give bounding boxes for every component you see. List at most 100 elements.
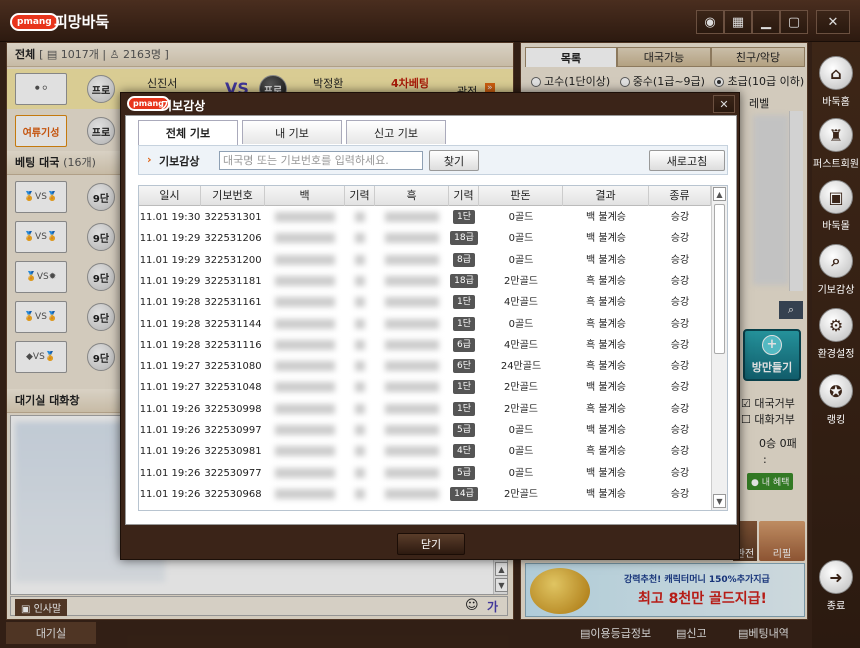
minimize-icon[interactable]: ▁	[752, 10, 780, 34]
column-header[interactable]: 백	[265, 186, 345, 206]
time-cell: 11.01 19:29	[139, 275, 201, 287]
kind-cell: 승강	[670, 382, 690, 394]
table-row[interactable]: 11.01 19:27 322531080 6단 24만골드 흑 불계승 승강	[139, 356, 711, 377]
chevron-down-icon[interactable]: ▼	[713, 494, 726, 508]
refresh-button[interactable]: 새로고침	[649, 150, 725, 171]
result-cell: 흑 불계승	[586, 446, 626, 458]
sidebar-item-ranking[interactable]: ✪ 랭킹	[812, 368, 860, 432]
fan-icon: ♜	[819, 118, 853, 152]
table-row[interactable]: 11.01 19:29 322531206 18급 0골드 백 불계승 승강	[139, 228, 711, 249]
medal-icon: ✪	[819, 374, 853, 408]
redacted-value	[385, 361, 439, 372]
rank-cell: 18급	[449, 228, 479, 249]
sidebar-item-exit[interactable]: ➜ 종료	[812, 554, 860, 618]
result-cell: 흑 불계승	[586, 297, 626, 309]
redacted-value	[355, 254, 365, 265]
column-header[interactable]: 기보번호	[201, 186, 265, 206]
blurred-cell	[345, 335, 375, 356]
search-bar: › 기보감상 찾기 새로고침	[138, 145, 728, 175]
redacted-value	[275, 361, 335, 372]
blurred-cell	[345, 399, 375, 420]
redacted-value	[355, 233, 365, 244]
blurred-cell	[345, 207, 375, 228]
rank-badge: 6단	[452, 359, 475, 374]
redacted-value	[275, 297, 335, 308]
tab-all-records[interactable]: 전체 기보	[138, 120, 238, 145]
no-cell: 322531206	[204, 233, 262, 245]
rank-badge: 14급	[450, 486, 478, 501]
close-icon[interactable]: ✕	[816, 10, 850, 34]
scroll-thumb[interactable]	[714, 204, 725, 354]
records-table: 일시 기보번호 백 기력 흑 기력 판돈 결과 종류 11.01 19:30 322531301 1…	[138, 185, 728, 511]
column-header[interactable]: 결과	[563, 186, 649, 206]
sidebar-item-game-records[interactable]: ⌕ 기보감상	[812, 238, 860, 302]
table-row[interactable]: 11.01 19:26 322530977 5급 0골드 백 불계승 승강	[139, 463, 711, 484]
column-header[interactable]: 종류	[649, 186, 711, 206]
no-cell: 322530998	[204, 403, 262, 415]
search-label: 기보감상	[159, 155, 200, 168]
close-button[interactable]: 닫기	[397, 533, 465, 555]
redacted-value	[275, 254, 335, 265]
search-input[interactable]	[219, 151, 423, 170]
kind-cell: 승강	[670, 425, 690, 436]
dialog-close-icon[interactable]: ✕	[713, 95, 735, 113]
table-row[interactable]: 11.01 19:29 322531200 8급 0골드 백 불계승 승강	[139, 250, 711, 271]
time-cell: 11.01 19:26	[139, 488, 201, 500]
tab-my-records[interactable]: 내 기보	[242, 120, 342, 144]
redacted-value	[385, 233, 439, 244]
redacted-value	[355, 339, 365, 350]
sidebar-item-first-member[interactable]: ♜ 퍼스트회원	[812, 112, 860, 176]
table-row[interactable]: 11.01 19:26 322530981 4단 0골드 흑 불계승 승강	[139, 441, 711, 462]
blurred-cell	[375, 377, 449, 398]
rank-cell: 5급	[449, 420, 479, 441]
exit-icon: ➜	[819, 560, 853, 594]
table-header: 일시 기보번호 백 기력 흑 기력 판돈 결과 종류	[139, 186, 711, 206]
table-row[interactable]: 11.01 19:28 322531161 1단 4만골드 흑 불계승 승강	[139, 292, 711, 313]
sidebar-label: 랭킹	[826, 415, 846, 426]
kind-cell: 승강	[670, 254, 690, 266]
table-row[interactable]: 11.01 19:26 322530968 14급 2만골드 백 불계승 승강	[139, 484, 711, 505]
stake-cell: 2만골드	[504, 488, 538, 500]
blurred-cell	[375, 399, 449, 420]
kind-cell: 승강	[670, 488, 690, 500]
gift-icon: ▣	[819, 180, 853, 214]
sidebar-item-home[interactable]: ⌂ 바둑홈	[812, 50, 860, 114]
blurred-cell	[345, 441, 375, 462]
table-row[interactable]: 11.01 19:28 322531116 6급 4만골드 흑 불계승 승강	[139, 335, 711, 356]
blurred-cell	[265, 250, 345, 271]
sidebar-item-settings[interactable]: ⚙ 환경설정	[812, 302, 860, 366]
table-row[interactable]: 11.01 19:28 322531144 1단 0골드 흑 불계승 승강	[139, 314, 711, 335]
column-header[interactable]: 기력	[449, 186, 479, 206]
column-header[interactable]: 기력	[345, 186, 375, 206]
time-cell: 11.01 19:27	[139, 382, 201, 394]
sidebar-label: 바둑홈	[822, 97, 850, 108]
sidebar-item-mall[interactable]: ▣ 바둑몰	[812, 174, 860, 238]
table-row[interactable]: 11.01 19:30 322531301 1단 0골드 백 불계승 승강	[139, 207, 711, 228]
table-row[interactable]: 11.01 19:26 322530998 1단 2만골드 흑 불계승 승강	[139, 399, 711, 420]
home-icon: ⌂	[819, 56, 853, 90]
rank-cell: 1단	[449, 207, 479, 228]
column-header[interactable]: 일시	[139, 186, 201, 206]
sidebar-label: 퍼스트회원	[813, 159, 859, 170]
column-header[interactable]: 판돈	[479, 186, 563, 206]
blurred-cell	[265, 441, 345, 462]
stake-cell: 4만골드	[504, 297, 538, 309]
blurred-cell	[375, 228, 449, 249]
tab-reported-records[interactable]: 신고 기보	[346, 120, 446, 144]
blurred-cell	[265, 484, 345, 505]
kind-cell: 승강	[670, 318, 690, 330]
no-cell: 322531080	[204, 361, 262, 373]
table-row[interactable]: 11.01 19:27 322531048 1단 2만골드 백 불계승 승강	[139, 377, 711, 398]
kind-cell: 승강	[670, 233, 690, 245]
chevron-up-icon[interactable]: ▲	[713, 187, 726, 201]
no-cell: 322530981	[204, 446, 262, 458]
camera-icon[interactable]: ◉	[696, 10, 724, 34]
sidebar-label: 환경설정	[817, 349, 855, 360]
search-button[interactable]: 찾기	[429, 150, 479, 171]
grid-icon[interactable]: ▦	[724, 10, 752, 34]
maximize-icon[interactable]: ▢	[780, 10, 808, 34]
table-scrollbar[interactable]: ▲ ▼	[711, 186, 727, 510]
table-row[interactable]: 11.01 19:29 322531181 18급 2만골드 흑 불계승 승강	[139, 271, 711, 292]
table-row[interactable]: 11.01 19:26 322530997 5급 0골드 백 불계승 승강	[139, 420, 711, 441]
column-header[interactable]: 흑	[375, 186, 449, 206]
